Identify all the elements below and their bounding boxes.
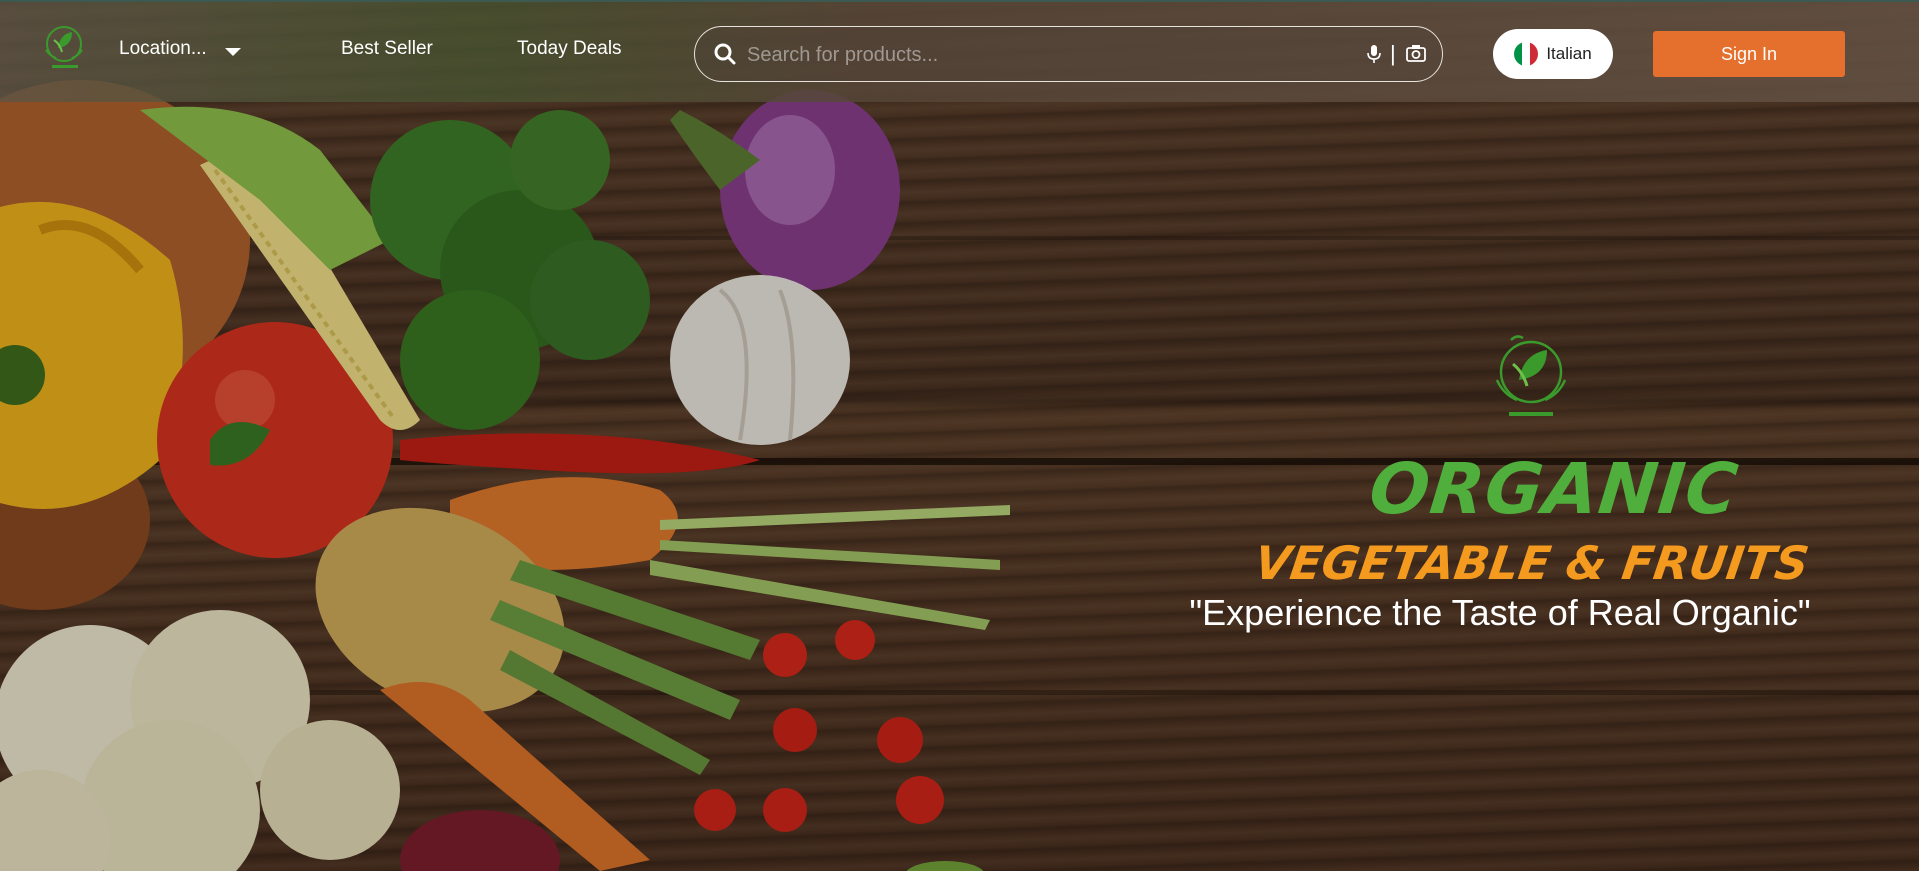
hero-overlay: [0, 0, 1919, 871]
language-selector[interactable]: Italian: [1493, 29, 1613, 79]
search-input[interactable]: [745, 37, 1309, 73]
leaf-logo-icon: [1495, 335, 1567, 416]
camera-icon[interactable]: [1406, 44, 1426, 62]
italy-flag-icon: [1514, 42, 1539, 66]
hero-tagline: "Experience the Taste of Real Organic": [1189, 592, 1811, 633]
nav-today-deals[interactable]: Today Deals: [517, 38, 622, 60]
hero-headline: ORGANIC: [1365, 448, 1743, 530]
microphone-icon[interactable]: [1367, 44, 1381, 64]
hero-subheadline: VEGETABLE & FRUITS: [1251, 536, 1813, 590]
search-icon[interactable]: [713, 42, 737, 66]
sign-in-button[interactable]: Sign In: [1653, 31, 1845, 77]
search-divider: |: [1390, 41, 1396, 66]
chevron-down-icon: [224, 48, 241, 56]
nav-best-seller[interactable]: Best Seller: [341, 38, 433, 60]
search-bar: |: [694, 26, 1443, 82]
hero-section: [0, 0, 1919, 871]
location-selector[interactable]: Location...: [119, 38, 241, 60]
top-navigation-bar: Location... Best Seller Today Deals | It…: [0, 0, 1919, 102]
language-label: Italian: [1546, 44, 1592, 63]
location-label: Location...: [119, 38, 207, 59]
leaf-logo-icon[interactable]: [40, 20, 90, 72]
